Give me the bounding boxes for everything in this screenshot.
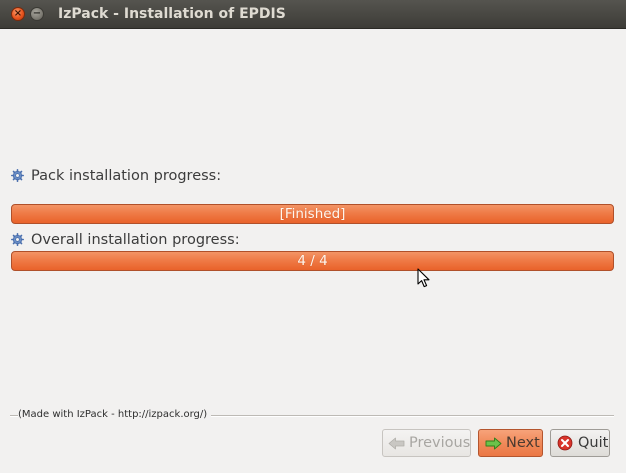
close-icon: × [13,8,23,19]
close-window-button[interactable]: × [11,7,25,21]
arrow-left-icon [388,434,405,452]
window-titlebar[interactable]: × − IzPack - Installation of EPDIS [0,0,626,29]
mouse-cursor-icon [417,268,431,289]
next-button-label: Next [506,435,540,451]
quit-button[interactable]: Quit [550,429,610,457]
quit-icon [556,434,574,452]
window-title: IzPack - Installation of EPDIS [58,6,286,22]
overall-progress-text: 4 / 4 [297,253,328,269]
made-with-izpack-note: (Made with IzPack - http://izpack.org/) [18,409,212,420]
next-button[interactable]: Next [478,429,543,457]
pack-progress-label: Pack installation progress: [31,168,222,184]
overall-progress-label: Overall installation progress: [31,232,240,248]
previous-button-label: Previous [409,435,471,451]
quit-button-label: Quit [578,435,609,451]
previous-button[interactable]: Previous [382,429,471,457]
gear-icon [11,233,24,246]
minimize-window-button[interactable]: − [30,7,44,21]
minimize-icon: − [32,8,42,19]
arrow-right-icon [484,434,502,452]
pack-progress-bar: [Finished] [11,204,614,224]
gear-icon [11,169,24,182]
overall-progress-bar: 4 / 4 [11,251,614,271]
pack-progress-text: [Finished] [279,206,346,222]
